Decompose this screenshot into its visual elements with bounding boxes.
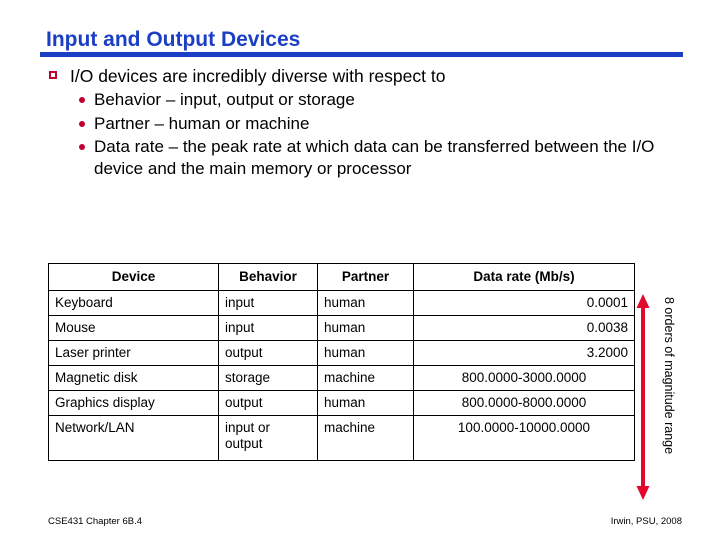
cell-behavior: input [218,315,318,341]
title-underline-rule [40,52,683,57]
cell-partner: human [317,290,414,316]
column-header-data-rate: Data rate (Mb/s) [413,263,635,291]
cell-behavior: output [218,390,318,416]
bullet-level2-list: Behavior – input, output or storage Part… [46,89,676,179]
cell-behavior: input [218,290,318,316]
cell-partner: machine [317,415,414,461]
cell-behavior: input or output [218,415,318,461]
table-row: Keyboard input human 0.0001 [48,290,635,316]
table-row: Network/LAN input or output machine 100.… [48,415,635,461]
cell-data-rate: 800.0000-8000.0000 [413,390,635,416]
cell-partner: machine [317,365,414,391]
cell-device: Mouse [48,315,219,341]
dot-bullet-icon [79,144,85,150]
cell-data-rate: 0.0001 [413,290,635,316]
cell-partner: human [317,390,414,416]
table-header-row: Device Behavior Partner Data rate (Mb/s) [48,263,635,291]
square-bullet-icon [49,71,57,79]
page-title: Input and Output Devices [46,28,301,51]
cell-device: Network/LAN [48,415,219,461]
column-header-partner: Partner [317,263,414,291]
cell-device: Laser printer [48,340,219,366]
column-header-behavior: Behavior [218,263,318,291]
magnitude-range-annotation: 8 orders of magnitude range [655,297,676,497]
footer-attribution: Irwin, PSU, 2008 [610,516,682,527]
cell-device: Magnetic disk [48,365,219,391]
table-row: Magnetic disk storage machine 800.0000-3… [48,365,635,391]
device-comparison-table: Device Behavior Partner Data rate (Mb/s)… [48,263,635,461]
cell-behavior: output [218,340,318,366]
cell-data-rate: 100.0000-10000.0000 [413,415,635,461]
cell-partner: human [317,340,414,366]
bullet-level2-item: Behavior – input, output or storage [46,89,676,111]
cell-data-rate: 800.0000-3000.0000 [413,365,635,391]
table-row: Laser printer output human 3.2000 [48,340,635,366]
bullet-level2-text: Partner – human or machine [94,113,310,133]
bullet-level1-text: I/O devices are incredibly diverse with … [70,66,446,86]
magnitude-range-label: 8 orders of magnitude range [662,297,676,455]
bullet-level1: I/O devices are incredibly diverse with … [46,65,676,87]
cell-partner: human [317,315,414,341]
bullet-level2-item: Data rate – the peak rate at which data … [46,136,676,179]
table-row: Mouse input human 0.0038 [48,315,635,341]
cell-device: Keyboard [48,290,219,316]
dot-bullet-icon [79,120,85,127]
cell-device: Graphics display [48,390,219,416]
footer-course-label: CSE431 Chapter 6B.4 [48,516,143,527]
cell-behavior: storage [218,365,318,391]
cell-data-rate: 3.2000 [413,340,635,366]
magnitude-range-arrow-icon [636,294,650,500]
cell-data-rate: 0.0038 [413,315,635,341]
bullet-level2-item: Partner – human or machine [46,113,676,135]
bullet-level2-text: Behavior – input, output or storage [94,90,355,109]
table-row: Graphics display output human 800.0000-8… [48,390,635,416]
column-header-device: Device [48,263,219,291]
bullet-list: I/O devices are incredibly diverse with … [46,65,676,179]
bullet-level2-text: Data rate – the peak rate at which data … [94,137,655,178]
dot-bullet-icon [79,97,85,103]
